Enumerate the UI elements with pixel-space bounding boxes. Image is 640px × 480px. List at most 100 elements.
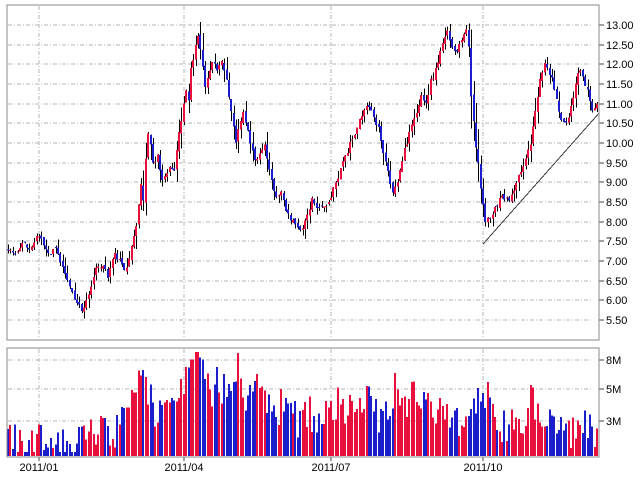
candle-body (584, 76, 586, 86)
candle-body (458, 44, 460, 53)
candle-body (33, 242, 35, 248)
volume-bar (454, 410, 456, 456)
volume-bar (544, 426, 546, 456)
candle-body (216, 64, 218, 71)
candle-body (259, 153, 261, 160)
date-axis-label: 2011/07 (312, 462, 351, 474)
candle-body (62, 260, 64, 267)
candle-body (546, 64, 548, 68)
volume-bar (347, 415, 349, 456)
candle-body (131, 246, 133, 261)
candle-body (389, 170, 391, 185)
volume-bar (591, 426, 593, 456)
volume-bar (152, 402, 154, 456)
candle-body (197, 36, 199, 45)
candle-body (508, 197, 510, 201)
candle-body (159, 155, 161, 171)
candle-body (549, 68, 551, 76)
price-axis-label: 9.50 (606, 158, 627, 170)
volume-bar (102, 418, 104, 456)
candle-body (119, 258, 121, 260)
candle-body (85, 300, 87, 309)
volume-bar (202, 359, 204, 456)
volume-bar (366, 386, 368, 456)
candle-body (373, 109, 375, 117)
volume-bar (335, 419, 337, 456)
candle-body (128, 258, 130, 267)
candle-body (544, 62, 546, 73)
volume-bar (240, 378, 242, 456)
candle-body (228, 79, 230, 97)
candle-body (169, 167, 171, 173)
candle-body (480, 164, 482, 189)
volume-bar (171, 398, 173, 456)
candle-body (283, 193, 285, 200)
candle-body (17, 251, 19, 253)
candle-body (594, 108, 596, 111)
candle-body (309, 209, 311, 216)
candle-body (378, 123, 380, 127)
candle-body (539, 79, 541, 97)
candle-body (587, 87, 589, 90)
volume-bar (534, 419, 536, 456)
volume-bar (560, 416, 562, 456)
volume-bar (235, 381, 237, 456)
volume-bar (484, 407, 486, 456)
date-axis-label: 2011/04 (165, 462, 204, 474)
candle-body (78, 302, 80, 305)
candle-body (413, 118, 415, 127)
volume-bar (501, 442, 503, 456)
volume-bar (199, 357, 201, 456)
volume-bar (252, 391, 254, 456)
volume-bar (218, 392, 220, 456)
volume-bar (420, 408, 422, 456)
volume-bar (477, 388, 479, 456)
candle-body (316, 202, 318, 209)
candle-body (254, 148, 256, 160)
volume-bar (596, 428, 598, 456)
volume-bar (439, 397, 441, 456)
candle-body (575, 83, 577, 99)
volume-bar (292, 413, 294, 456)
volume-bar (387, 419, 389, 456)
candle-body (147, 133, 149, 158)
candle-body (532, 126, 534, 144)
volume-bar (456, 407, 458, 456)
candle-body (323, 206, 325, 208)
price-axis-label: 9.00 (606, 177, 627, 189)
volume-bar (230, 390, 232, 456)
volume-bar (309, 396, 311, 456)
candle-body (520, 171, 522, 175)
candle-body (311, 198, 313, 210)
candle-body (482, 188, 484, 205)
volume-bar (551, 415, 553, 456)
volume-bar (546, 426, 548, 456)
candle-body (235, 125, 237, 143)
candle-body (249, 130, 251, 144)
volume-bar (71, 452, 73, 456)
volume-bar (185, 366, 187, 456)
volume-bar (318, 413, 320, 456)
candle-body (14, 253, 16, 255)
candle-body (525, 158, 527, 167)
volume-bar (100, 415, 102, 456)
candle-body (157, 154, 159, 162)
volume-bar (532, 387, 534, 456)
candle-body (161, 169, 163, 181)
candlestick-volume-chart: 13.00 12.50 12.00 11.50 11.00 10.50 10.00 9.50 9… (6, 4, 634, 474)
candle-body (401, 161, 403, 172)
candle-body (591, 101, 593, 111)
candle-body (489, 218, 491, 220)
volume-bar (370, 396, 372, 456)
volume-bar (47, 447, 49, 456)
candle-body (150, 135, 152, 145)
candle-body (112, 258, 114, 269)
candle-body (404, 148, 406, 161)
candle-body (195, 45, 197, 60)
candle-body (202, 50, 204, 67)
volume-bar (404, 396, 406, 456)
candle-body (188, 91, 190, 101)
volume-bar (9, 425, 11, 456)
volume-bar (275, 416, 277, 456)
volume-bar (285, 398, 287, 456)
